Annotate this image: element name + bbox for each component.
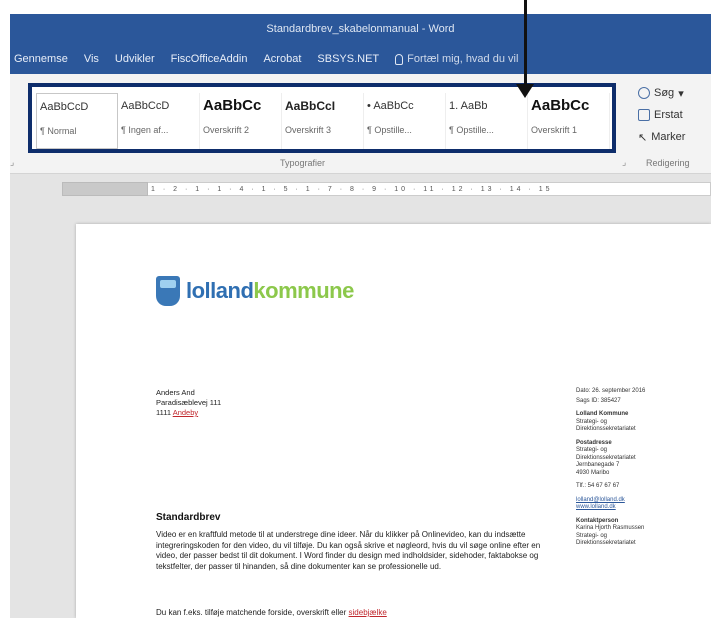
styles-dialog-launcher[interactable]: ⌟	[622, 157, 626, 168]
style-name: ¶ Opstille...	[367, 125, 412, 135]
logo-text-part1: lolland	[186, 278, 254, 303]
style-sample: AaBbCcD	[121, 100, 170, 112]
style-sample: AaBbCc	[203, 97, 262, 114]
style-item[interactable]: • AaBbCc ¶ Opstille...	[364, 93, 447, 149]
post-line-4: 4930 Maribo	[576, 469, 610, 476]
letter-date: Dato: 26. september 2016	[576, 388, 646, 394]
tell-me-text: Fortæl mig, hvad du vil	[407, 53, 519, 65]
contact-line-1: Karina Hjorth Rasmussen	[576, 525, 645, 531]
style-sample: AaBbCc	[531, 97, 590, 114]
search-icon	[638, 87, 650, 99]
style-name: Overskrift 2	[203, 125, 250, 135]
letter-paragraph-1: Video er en kraftfuld metode til at unde…	[156, 530, 541, 571]
style-item[interactable]: 1. AaBb ¶ Opstille...	[446, 93, 529, 149]
logo-text-part2: kommune	[253, 278, 354, 303]
find-button[interactable]: Søg ▾	[638, 82, 685, 104]
post-line-2: Direktionssekretariatet	[576, 454, 636, 461]
post-heading: Postadresse	[576, 439, 612, 446]
tab-gennemse[interactable]: Gennemse	[10, 53, 84, 65]
ruler-area: 1 · 2 · 1 · 1 · 4 · 1 · 5 · 1 · 7 · 8 · …	[10, 174, 711, 204]
contact-line-3: Direktionssekretariatet	[576, 540, 636, 546]
contact-heading: Kontaktperson	[576, 517, 619, 524]
style-name: ¶ Ingen af...	[121, 125, 169, 135]
post-line-1: Strategi- og	[576, 447, 608, 453]
tab-acrobat[interactable]: Acrobat	[263, 53, 317, 65]
select-button[interactable]: ↖ Marker	[638, 126, 685, 148]
org-line-2: Direktionssekretariatet	[576, 426, 636, 432]
style-sample: AaBbCcD	[40, 101, 89, 113]
annotation-arrow-line	[524, 0, 527, 86]
letter-paragraph-2-link: sidebjælke	[348, 608, 387, 617]
style-sample: AaBbCcI	[285, 99, 336, 113]
style-name: ¶ Opstille...	[449, 125, 494, 135]
style-item[interactable]: AaBbCc Overskrift 2	[200, 93, 283, 149]
replace-icon	[638, 109, 650, 121]
ribbon: ⌟ AaBbCcD ¶ Normal AaBbCcD ¶ Ingen af... AaB…	[10, 74, 711, 174]
org-line-1: Strategi- og	[576, 418, 608, 425]
editing-group: Søg ▾ Erstat ↖ Marker	[638, 82, 685, 148]
chevron-down-icon: ▾	[678, 87, 684, 100]
annotation-arrow-head	[516, 84, 534, 98]
style-item[interactable]: AaBbCcD ¶ Normal	[36, 93, 119, 149]
case-id: Sags ID: 385427	[576, 397, 621, 404]
municipality-shield-icon	[156, 276, 180, 306]
lightbulb-icon	[395, 53, 404, 65]
document-area: lollandkommune Anders And Paradisæblevej…	[10, 204, 711, 618]
replace-label: Erstat	[654, 109, 683, 121]
styles-group-label: Typografier	[280, 158, 326, 168]
style-item[interactable]: AaBbCc Overskrift 1	[528, 93, 611, 149]
post-line-3: Jernbanegade 7	[576, 462, 620, 468]
window-title: Standardbrev_skabelonmanual - Word	[10, 14, 711, 44]
org-heading: Lolland Kommune	[576, 411, 629, 417]
ribbon-left-launcher[interactable]: ⌟	[10, 157, 14, 168]
style-name: ¶ Normal	[40, 126, 77, 136]
ribbon-tabs: Gennemse Vis Udvikler FiscOfficeAddin Ac…	[10, 44, 711, 74]
recipient-zip: 1111	[156, 408, 172, 417]
recipient-address: Anders And Paradisæblevej 111 1111 Andeb…	[156, 388, 221, 418]
tell-me-box[interactable]: Fortæl mig, hvad du vil	[395, 53, 518, 65]
recipient-name: Anders And	[156, 388, 195, 397]
style-sample: • AaBbCc	[367, 100, 414, 112]
style-name: Overskrift 1	[531, 125, 578, 135]
document-page[interactable]: lollandkommune Anders And Paradisæblevej…	[76, 224, 711, 618]
recipient-street: Paradisæblevej 111	[156, 398, 222, 407]
ruler-left-margin[interactable]	[62, 182, 148, 196]
tab-udvikler[interactable]: Udvikler	[115, 53, 171, 65]
letter-paragraph-2-text: Du kan f.eks. tilføje matchende forside,…	[156, 608, 349, 617]
recipient-city: Andeby	[172, 408, 199, 417]
letter-paragraph-2: Du kan f.eks. tilføje matchende forside,…	[156, 608, 548, 618]
select-label: Marker	[651, 131, 686, 143]
contact-line-2: Strategi- og	[576, 532, 608, 539]
web-link[interactable]: www.lolland.dk	[576, 504, 696, 512]
style-item[interactable]: AaBbCcI Overskrift 3	[282, 93, 365, 149]
letter-title: Standardbrev	[156, 512, 221, 523]
lolland-logo: lollandkommune	[156, 276, 354, 306]
sender-sidebar: Dato: 26. september 2016 Sags ID: 385427…	[576, 388, 696, 548]
style-name: Overskrift 3	[285, 125, 332, 135]
tab-vis[interactable]: Vis	[84, 53, 115, 65]
style-item[interactable]: AaBbCcD ¶ Ingen af...	[118, 93, 201, 149]
phone-number: Tlf.: 54 67 67 67	[576, 483, 620, 489]
style-sample: 1. AaBb	[449, 100, 488, 112]
replace-button[interactable]: Erstat	[638, 104, 685, 126]
cursor-icon: ↖	[638, 131, 648, 144]
logo-text: lollandkommune	[186, 278, 354, 304]
email-link[interactable]: lolland@lolland.dk	[576, 497, 696, 505]
horizontal-ruler[interactable]: 1 · 2 · 1 · 1 · 4 · 1 · 5 · 1 · 7 · 8 · …	[62, 182, 711, 196]
find-label: Søg	[654, 87, 675, 99]
tab-fiscofficeaddin[interactable]: FiscOfficeAddin	[171, 53, 264, 65]
recipient-city-line: 1111 Andeby	[156, 408, 221, 418]
tab-sbsys[interactable]: SBSYS.NET	[317, 53, 395, 65]
editing-group-label: Redigering	[646, 158, 690, 168]
